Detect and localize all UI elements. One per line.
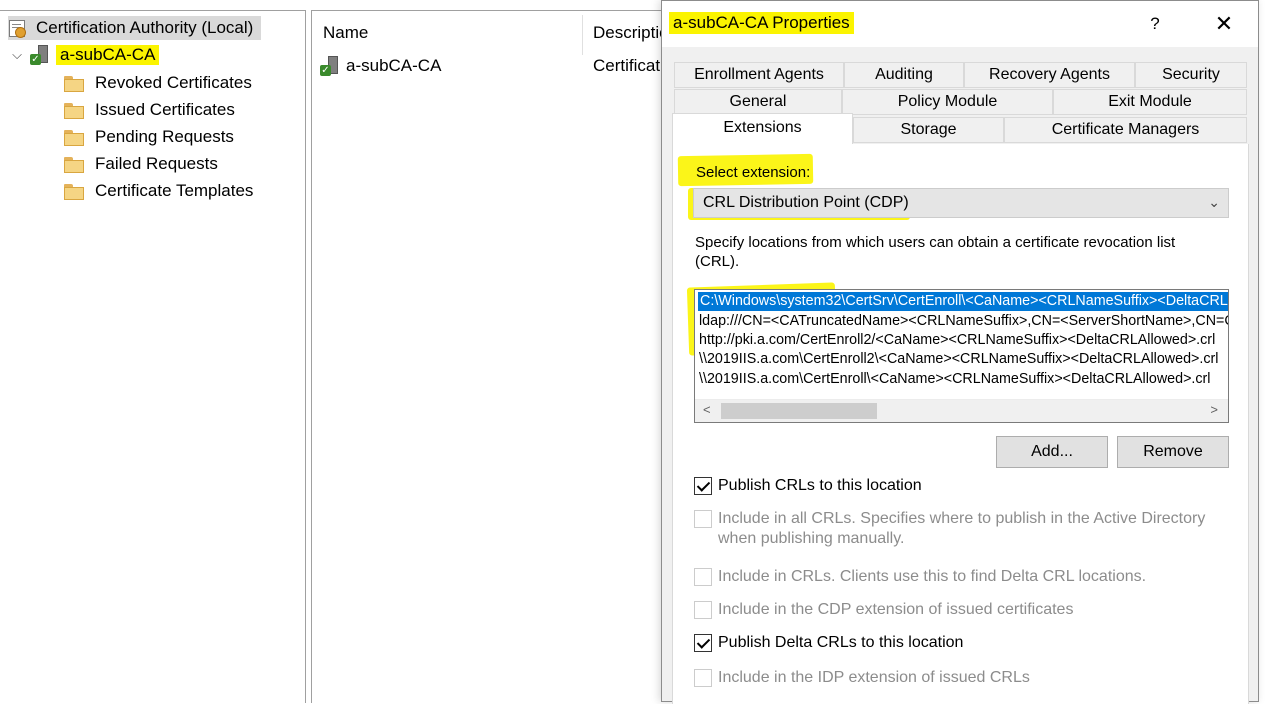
extension-select-value: CRL Distribution Point (CDP) — [703, 194, 909, 211]
tree-item-label: Pending Requests — [95, 127, 234, 146]
checkbox[interactable] — [694, 601, 712, 619]
tab-auditing[interactable]: Auditing — [844, 62, 964, 88]
tab-security[interactable]: Security — [1135, 62, 1247, 88]
properties-dialog: a-subCA-CA Properties ? ✕ Enrollment Age… — [661, 0, 1259, 704]
tab-enrollment-agents[interactable]: Enrollment Agents — [674, 62, 844, 88]
tree-root-label: Certification Authority (Local) — [36, 18, 254, 37]
dialog-titlebar[interactable]: a-subCA-CA Properties ? ✕ — [662, 1, 1258, 47]
list-item[interactable]: ✓ a-subCA-CA Certificat — [320, 55, 660, 77]
crl-locations-list[interactable]: C:\Windows\system32\CertSrv\CertEnroll\<… — [694, 289, 1229, 423]
tab-recovery-agents[interactable]: Recovery Agents — [964, 62, 1135, 88]
checkbox-label: Include in the IDP extension of issued C… — [718, 669, 1030, 686]
tree-item-label: Revoked Certificates — [95, 73, 252, 92]
checkbox-publish-crls[interactable]: Publish CRLs to this location — [694, 476, 922, 496]
certification-authority-icon — [8, 19, 26, 38]
horizontal-scrollbar[interactable]: < > — [695, 399, 1228, 422]
dialog-title: a-subCA-CA Properties — [669, 12, 854, 34]
folder-icon — [64, 102, 84, 119]
select-extension-label: Select extension: — [696, 164, 811, 181]
add-button[interactable]: Add... — [996, 436, 1108, 468]
location-item[interactable]: http://pki.a.com/CertEnroll2/<CaName><CR… — [699, 331, 1215, 350]
location-item[interactable]: C:\Windows\system32\CertSrv\CertEnroll\<… — [698, 292, 1228, 311]
tab-exit-module[interactable]: Exit Module — [1053, 89, 1247, 115]
tree-ca-item[interactable]: ⌵ ✓ a-subCA-CA — [8, 43, 160, 67]
checkbox-include-all-crls[interactable]: Include in all CRLs. Specifies where to … — [694, 509, 1214, 549]
help-button[interactable]: ? — [1140, 11, 1170, 37]
checkbox-label: Include in all CRLs. Specifies where to … — [718, 510, 1206, 547]
location-item[interactable]: \\2019IIS.a.com\CertEnroll2\<CaName><CRL… — [699, 350, 1218, 369]
extension-select[interactable]: CRL Distribution Point (CDP) ⌄ — [693, 188, 1229, 218]
checkbox-include-in-crls[interactable]: Include in CRLs. Clients use this to fin… — [694, 567, 1146, 587]
checkbox-publish-delta-crls[interactable]: Publish Delta CRLs to this location — [694, 633, 963, 653]
folder-icon — [64, 75, 84, 92]
tab-certificate-managers[interactable]: Certificate Managers — [1004, 117, 1247, 143]
locations-description: Specify locations from which users can o… — [695, 234, 1176, 270]
checkbox[interactable] — [694, 669, 712, 687]
folder-icon — [64, 183, 84, 200]
tree-item-revoked[interactable]: Revoked Certificates — [64, 71, 252, 95]
folder-icon — [64, 129, 84, 146]
column-divider[interactable] — [582, 15, 583, 55]
chevron-down-icon: ⌄ — [1208, 194, 1220, 210]
console-tree: Certification Authority (Local) ⌵ ✓ a-su… — [0, 10, 306, 703]
checkbox-include-idp[interactable]: Include in the IDP extension of issued C… — [694, 668, 1030, 688]
list-item-name: a-subCA-CA — [346, 56, 442, 75]
scroll-right-icon[interactable]: > — [1210, 402, 1218, 417]
ca-server-icon: ✓ — [320, 56, 340, 76]
tab-general[interactable]: General — [674, 89, 842, 115]
checkbox[interactable] — [694, 634, 712, 652]
chevron-down-icon[interactable]: ⌵ — [8, 47, 26, 63]
results-list: Name Descriptio ✓ a-subCA-CA Certificat — [311, 10, 672, 703]
tree-item-label: Certificate Templates — [95, 181, 254, 200]
tree-root-item[interactable]: Certification Authority (Local) — [8, 16, 262, 40]
tree-item-pending[interactable]: Pending Requests — [64, 125, 234, 149]
folder-icon — [64, 156, 84, 173]
tree-ca-label: a-subCA-CA — [56, 45, 160, 65]
column-header-description[interactable]: Descriptio — [593, 23, 669, 43]
list-item-description: Certificat — [593, 56, 661, 75]
tab-policy-module[interactable]: Policy Module — [842, 89, 1053, 115]
ca-server-icon: ✓ — [30, 45, 50, 65]
tree-item-templates[interactable]: Certificate Templates — [64, 179, 253, 203]
checkbox-include-cdp[interactable]: Include in the CDP extension of issued c… — [694, 600, 1073, 620]
checkbox[interactable] — [694, 510, 712, 528]
tree-item-failed[interactable]: Failed Requests — [64, 152, 218, 176]
tree-item-label: Issued Certificates — [95, 100, 235, 119]
close-button[interactable]: ✕ — [1206, 11, 1242, 37]
checkbox[interactable] — [694, 568, 712, 586]
checkbox-label: Include in the CDP extension of issued c… — [718, 601, 1074, 618]
tree-item-issued[interactable]: Issued Certificates — [64, 98, 235, 122]
tab-extensions[interactable]: Extensions — [672, 113, 853, 145]
checkbox[interactable] — [694, 477, 712, 495]
location-item[interactable]: \\2019IIS.a.com\CertEnroll\<CaName><CRLN… — [699, 370, 1210, 389]
tab-storage[interactable]: Storage — [853, 117, 1004, 143]
checkbox-label: Publish CRLs to this location — [718, 477, 922, 494]
scroll-left-icon[interactable]: < — [703, 402, 711, 417]
scrollbar-thumb[interactable] — [721, 403, 877, 419]
remove-button[interactable]: Remove — [1117, 436, 1229, 468]
checkbox-label: Include in CRLs. Clients use this to fin… — [718, 568, 1147, 585]
location-item[interactable]: ldap:///CN=<CATruncatedName><CRLNameSuff… — [699, 312, 1228, 331]
checkbox-label: Publish Delta CRLs to this location — [718, 634, 964, 651]
extensions-panel — [672, 144, 1249, 704]
tree-item-label: Failed Requests — [95, 154, 218, 173]
column-header-name[interactable]: Name — [323, 23, 368, 43]
